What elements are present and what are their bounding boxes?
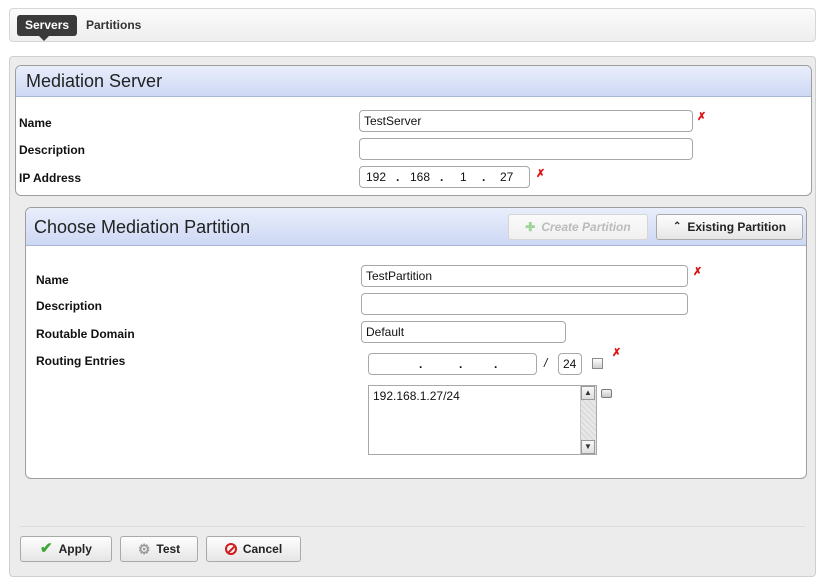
tab-bar: Servers Partitions bbox=[9, 8, 816, 42]
gear-icon: ⚙ bbox=[137, 541, 151, 557]
form-container: Mediation Server Name TestServer ✗ Descr… bbox=[9, 56, 816, 577]
route-dot-1: . bbox=[419, 357, 423, 371]
partition-description-input[interactable] bbox=[361, 293, 688, 315]
server-name-input[interactable]: TestServer bbox=[359, 110, 693, 132]
partition-name-input[interactable]: TestPartition bbox=[361, 265, 688, 287]
routing-entries-label: Routing Entries bbox=[36, 354, 126, 368]
apply-label: Apply bbox=[58, 542, 92, 556]
ip-address-label: IP Address bbox=[19, 171, 82, 185]
required-pin-icon: ✗ bbox=[536, 168, 546, 180]
server-description-input[interactable] bbox=[359, 138, 693, 160]
active-tab-caret bbox=[36, 33, 52, 41]
required-pin-icon: ✗ bbox=[697, 111, 707, 123]
required-pin-icon: ✗ bbox=[612, 347, 622, 359]
ip-dot-2: . bbox=[440, 170, 444, 184]
cancel-icon bbox=[224, 543, 237, 555]
scroll-up-icon[interactable]: ▲ bbox=[581, 386, 595, 400]
server-description-label: Description bbox=[19, 143, 86, 157]
partition-name-label: Name bbox=[36, 273, 69, 287]
ip-dot-3: . bbox=[482, 170, 486, 184]
route-ip-input[interactable]: / . . . bbox=[368, 353, 537, 375]
routing-entries-list[interactable]: 192.168.1.27/24 ▲ ▼ bbox=[368, 385, 597, 455]
panel-title: Choose Mediation Partition bbox=[34, 217, 251, 237]
required-pin-icon: ✗ bbox=[693, 266, 703, 278]
cancel-button[interactable]: Cancel bbox=[206, 536, 301, 562]
remove-entry-icon[interactable] bbox=[601, 389, 612, 398]
list-scrollbar[interactable]: ▲ ▼ bbox=[580, 386, 596, 454]
mediation-server-panel: Mediation Server Name TestServer ✗ Descr… bbox=[15, 65, 812, 196]
existing-partition-button[interactable]: ⌃ Existing Partition bbox=[656, 214, 803, 240]
add-entry-icon[interactable] bbox=[592, 358, 603, 369]
ip-octet-3[interactable]: 1 bbox=[460, 167, 467, 187]
checkmark-icon: ✔ bbox=[40, 540, 53, 557]
mediation-partition-header: Choose Mediation Partition ✚ Create Part… bbox=[26, 208, 806, 246]
apply-button[interactable]: ✔ Apply bbox=[20, 536, 112, 562]
route-slash: / bbox=[544, 356, 548, 370]
test-label: Test bbox=[156, 542, 181, 556]
ip-dot-1: . bbox=[396, 170, 400, 184]
ip-address-input[interactable]: 192 . 168 . 1 . 27 bbox=[359, 166, 530, 188]
server-name-label: Name bbox=[19, 116, 52, 130]
mediation-partition-panel: Choose Mediation Partition ✚ Create Part… bbox=[25, 207, 807, 479]
ip-octet-1[interactable]: 192 bbox=[366, 167, 386, 187]
tab-partitions[interactable]: Partitions bbox=[86, 15, 141, 36]
chevron-up-icon: ⌃ bbox=[672, 221, 682, 232]
ip-octet-2[interactable]: 168 bbox=[410, 167, 430, 187]
footer-divider bbox=[20, 526, 805, 527]
plus-icon: ✚ bbox=[525, 220, 536, 234]
list-item[interactable]: 192.168.1.27/24 bbox=[373, 389, 460, 403]
create-partition-button[interactable]: ✚ Create Partition bbox=[508, 214, 648, 240]
scroll-down-icon[interactable]: ▼ bbox=[581, 440, 595, 454]
create-partition-label: Create Partition bbox=[541, 220, 631, 234]
ip-octet-4[interactable]: 27 bbox=[500, 167, 513, 187]
panel-title: Mediation Server bbox=[26, 71, 163, 91]
existing-partition-label: Existing Partition bbox=[687, 220, 787, 234]
partition-description-label: Description bbox=[36, 299, 103, 313]
route-dot-3: . bbox=[494, 357, 498, 371]
route-dot-2: . bbox=[459, 357, 463, 371]
cancel-label: Cancel bbox=[242, 542, 283, 556]
routable-domain-label: Routable Domain bbox=[36, 327, 135, 341]
mediation-server-header: Mediation Server bbox=[16, 66, 811, 97]
prefix-length-input[interactable]: 24 bbox=[558, 353, 582, 375]
routable-domain-input[interactable]: Default bbox=[361, 321, 566, 343]
test-button[interactable]: ⚙ Test bbox=[120, 536, 198, 562]
